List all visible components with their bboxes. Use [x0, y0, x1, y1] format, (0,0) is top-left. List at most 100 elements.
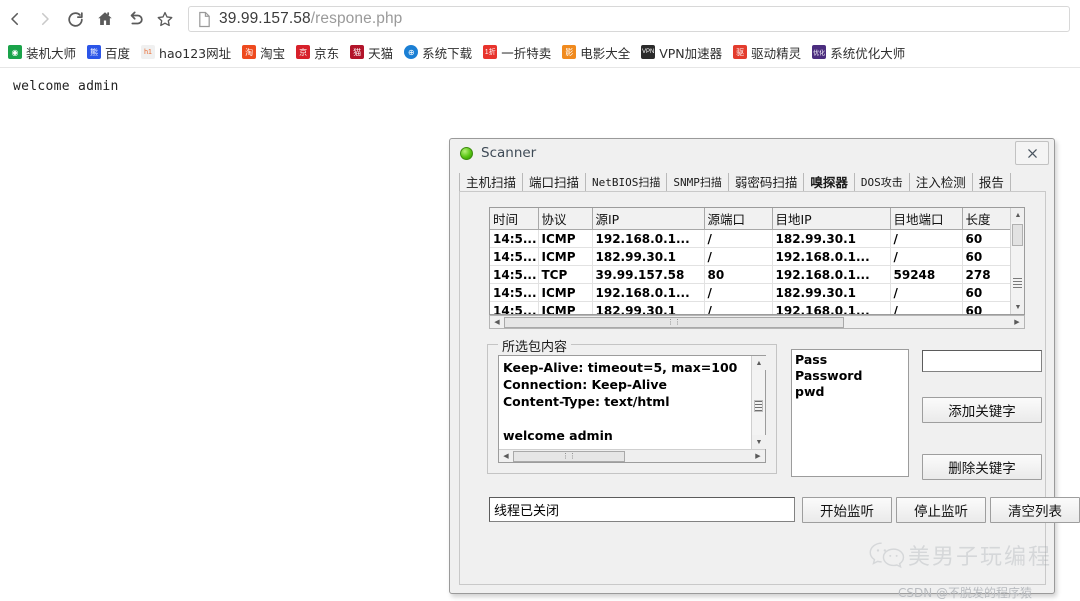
packet-table[interactable]: 时间 协议 源IP 源端口 目地IP 目地端口 长度 内 14:5...	[489, 207, 1025, 315]
bookmark-item[interactable]: VPN VPN加速器	[641, 43, 722, 62]
scroll-right-icon[interactable]: ▶	[751, 450, 765, 462]
cell-src-port: /	[704, 247, 773, 266]
status-field[interactable]: 线程已关闭	[489, 497, 795, 522]
reload-icon[interactable]	[60, 4, 90, 34]
bookmark-item[interactable]: 驱驱动精灵	[733, 43, 801, 62]
keyword-input[interactable]	[922, 350, 1042, 372]
tab-report[interactable]: 报告	[973, 173, 1011, 193]
table-horizontal-scrollbar[interactable]: ◀ ⋮⋮ ▶	[489, 315, 1025, 329]
table-row[interactable]: 14:5... ICMP 182.99.30.1 / 192.168.0.1..…	[490, 247, 1024, 266]
scroll-up-icon[interactable]: ▲	[1011, 208, 1024, 222]
col-dst-port[interactable]: 目地端口	[890, 208, 963, 230]
star-icon[interactable]	[150, 4, 180, 34]
bookmark-item[interactable]: 1折 一折特卖	[483, 43, 551, 62]
status-dot-icon	[460, 147, 473, 160]
packet-content-line: welcome admin	[503, 428, 613, 443]
tab-sniffer[interactable]: 嗅探器	[804, 173, 855, 193]
tab-host-scan[interactable]: 主机扫描	[459, 173, 524, 193]
bookmark-item[interactable]: 熊百度	[87, 43, 130, 62]
page-body-text: welcome admin	[13, 79, 119, 94]
scroll-up-icon[interactable]: ▲	[752, 356, 766, 370]
scroll-thumb[interactable]	[1012, 224, 1023, 246]
cell-src-port: /	[704, 301, 773, 314]
bookmark-item[interactable]: ⊕ 系统下载	[404, 43, 472, 62]
tab-injection-detect[interactable]: 注入检测	[910, 173, 973, 193]
table-row[interactable]: 14:5... TCP 39.99.157.58 80 192.168.0.1.…	[490, 265, 1024, 284]
bookmark-item[interactable]: h1 hao123网址	[141, 43, 231, 62]
add-keyword-button[interactable]: 添加关键字	[922, 397, 1042, 423]
cell-protocol: TCP	[538, 265, 593, 284]
tab-snmp-scan[interactable]: SNMP扫描	[667, 173, 729, 193]
table-row[interactable]: 14:5... ICMP 192.168.0.1... / 182.99.30.…	[490, 229, 1024, 248]
cell-protocol: ICMP	[538, 283, 593, 302]
delete-keyword-button[interactable]: 删除关键字	[922, 454, 1042, 480]
bookmark-item[interactable]: ◉ 装机大师	[8, 43, 76, 62]
scanner-window: Scanner 主机扫描 端口扫描 NetBIOS扫描 SNMP扫描 弱密码扫描…	[449, 138, 1080, 594]
favicon-icon: 驱	[733, 45, 748, 59]
scroll-thumb-horizontal[interactable]: ⋮⋮	[513, 450, 625, 462]
wechat-icon	[869, 542, 905, 569]
scroll-down-icon[interactable]: ▼	[1011, 300, 1024, 314]
table-header-row: 时间 协议 源IP 源端口 目地IP 目地端口 长度 内	[490, 208, 1024, 230]
list-item[interactable]: Pass	[795, 352, 908, 368]
content-horizontal-scrollbar[interactable]: ◀ ⋮⋮ ▶	[499, 449, 765, 462]
col-src-ip[interactable]: 源IP	[592, 208, 705, 230]
scroll-grip-icon[interactable]	[754, 400, 763, 412]
page-content: welcome admin Scanner 主机扫描 端口扫描 NetBIOS扫…	[0, 68, 1080, 600]
scroll-right-icon[interactable]: ▶	[1010, 316, 1024, 328]
col-dst-ip[interactable]: 目地IP	[772, 208, 891, 230]
bookmark-label: 淘宝	[260, 45, 286, 61]
home-icon[interactable]	[90, 4, 120, 34]
list-item[interactable]: Password	[795, 368, 908, 384]
content-vertical-scrollbar[interactable]: ▲ ▼	[751, 356, 766, 449]
keyword-list[interactable]: Pass Password pwd	[791, 349, 909, 477]
table-row[interactable]: 14:5... ICMP 192.168.0.1... / 182.99.30.…	[490, 283, 1024, 302]
cell-length: 60	[962, 247, 1011, 266]
clear-list-button[interactable]: 清空列表	[990, 497, 1080, 523]
bookmark-item[interactable]: 京京东	[296, 43, 339, 62]
cell-dst-ip: 182.99.30.1	[772, 229, 891, 248]
cell-dst-port: /	[890, 283, 963, 302]
favicon-icon: 猫	[350, 45, 365, 59]
bookmark-item[interactable]: 猫天猫	[350, 43, 393, 62]
list-item[interactable]: pwd	[795, 384, 908, 400]
back-button[interactable]	[0, 4, 30, 34]
col-src-port[interactable]: 源端口	[704, 208, 773, 230]
packet-content-line: Content-Type: text/html	[503, 394, 670, 409]
scroll-left-icon[interactable]: ◀	[499, 450, 513, 462]
stop-listen-button[interactable]: 停止监听	[896, 497, 986, 523]
tab-netbios-scan[interactable]: NetBIOS扫描	[586, 173, 668, 193]
table-row[interactable]: 14:5... ICMP 182.99.30.1 / 192.168.0.1..…	[490, 301, 1024, 314]
favicon-icon: h1	[141, 45, 156, 59]
start-listen-button[interactable]: 开始监听	[802, 497, 892, 523]
tab-port-scan[interactable]: 端口扫描	[523, 173, 587, 193]
scroll-left-icon[interactable]: ◀	[490, 316, 504, 328]
bookmark-item[interactable]: 淘淘宝	[242, 43, 285, 62]
scroll-thumb-horizontal[interactable]: ⋮⋮	[504, 316, 844, 328]
cell-protocol: ICMP	[538, 247, 593, 266]
packet-content-line	[499, 410, 765, 427]
tab-weak-password-scan[interactable]: 弱密码扫描	[729, 173, 805, 193]
col-protocol[interactable]: 协议	[538, 208, 593, 230]
cell-time: 14:5...	[490, 301, 539, 314]
address-bar[interactable]: 39.99.157.58/respone.php	[188, 6, 1070, 32]
cell-dst-ip: 182.99.30.1	[772, 283, 891, 302]
forward-button[interactable]	[30, 4, 60, 34]
table-vertical-scrollbar[interactable]: ▲ ▼	[1010, 208, 1024, 314]
close-icon[interactable]	[1015, 141, 1049, 165]
col-length[interactable]: 长度	[962, 208, 1011, 230]
undo-icon[interactable]	[120, 4, 150, 34]
tab-dos-attack[interactable]: DOS攻击	[855, 173, 910, 193]
col-time[interactable]: 时间	[490, 208, 539, 230]
bookmark-item[interactable]: 优化 系统优化大师	[812, 43, 905, 62]
packet-content-textarea[interactable]: Keep-Alive: timeout=5, max=100 Connectio…	[498, 355, 766, 463]
bookmark-label: 京东	[314, 45, 340, 61]
cell-length: 278	[962, 265, 1011, 284]
packet-content-line: Keep-Alive: timeout=5, max=100	[503, 360, 738, 375]
bookmark-item[interactable]: 影电影大全	[562, 43, 630, 62]
favicon-icon: VPN	[641, 45, 656, 59]
bookmark-label: 系统下载	[422, 45, 473, 61]
scroll-down-icon[interactable]: ▼	[752, 435, 766, 449]
scanner-tabs: 主机扫描 端口扫描 NetBIOS扫描 SNMP扫描 弱密码扫描 嗅探器 DOS…	[459, 171, 1046, 193]
bookmark-label: 一折特卖	[501, 45, 552, 61]
